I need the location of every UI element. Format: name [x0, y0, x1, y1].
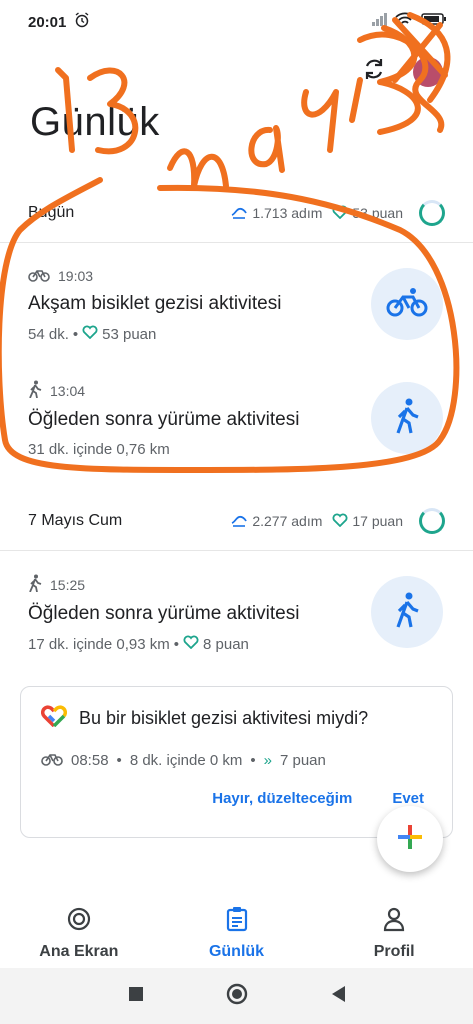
separator-dot: •	[250, 751, 256, 769]
home-ring-icon	[66, 906, 92, 937]
activity-time: 13:04	[50, 382, 86, 399]
divider	[0, 242, 473, 243]
suggestion-question-text: Bu bir bisiklet gezisi aktivitesi miydi?	[79, 708, 369, 728]
page-title: Günlük	[30, 100, 160, 144]
day-label: 7 Mayıs Cum	[28, 512, 123, 529]
bike-icon	[28, 266, 50, 285]
clipboard-icon	[225, 906, 249, 937]
suggestion-actions: Hayır, düzelteceğim Evet	[212, 790, 424, 807]
suggestion-time: 08:58	[71, 751, 109, 769]
add-activity-button[interactable]	[377, 806, 443, 872]
home-circle-icon[interactable]	[226, 983, 248, 1010]
activity-duration: 54 dk.	[28, 325, 69, 343]
activity-points: 8 puan	[203, 635, 249, 653]
activity-points: 53 puan	[102, 325, 157, 343]
wifi-icon	[395, 12, 415, 30]
steps-value: 2.277 adım	[252, 513, 323, 529]
top-actions	[361, 56, 443, 87]
bike-icon	[41, 750, 63, 770]
points-stat: 53 puan	[332, 205, 403, 222]
nav-item-journal[interactable]: Günlük	[158, 898, 316, 968]
person-icon	[382, 906, 406, 937]
activity-type-badge	[371, 268, 443, 340]
activity-distance: 17 dk. içinde 0,93 km	[28, 635, 170, 653]
activity-item[interactable]: 15:25 Öğleden sonra yürüme aktivitesi 17…	[0, 564, 473, 674]
steps-value: 1.713 adım	[252, 205, 323, 221]
alarm-icon	[74, 12, 90, 32]
points-value: 53 puan	[352, 205, 403, 221]
walk-icon	[28, 574, 42, 595]
activity-type-badge	[371, 382, 443, 454]
daily-progress-ring	[419, 200, 445, 226]
day-label: Bugün	[28, 204, 75, 221]
double-chevron-icon: »	[263, 751, 272, 769]
walk-icon	[394, 398, 420, 439]
separator-dot: •	[72, 325, 79, 343]
activity-item[interactable]: 19:03 Akşam bisiklet gezisi aktivitesi 5…	[0, 256, 473, 366]
separator-dot: •	[173, 635, 180, 653]
activity-time: 15:25	[50, 576, 86, 593]
avatar[interactable]	[413, 56, 443, 87]
points-stat: 17 puan	[332, 513, 403, 530]
system-navigation-bar	[0, 968, 473, 1024]
nav-item-home[interactable]: Ana Ekran	[0, 898, 158, 968]
suggestion-points: 7 puan	[279, 751, 326, 769]
suggestion-question: Bu bir bisiklet gezisi aktivitesi miydi?	[40, 705, 432, 732]
steps-stat: 2.277 adım	[230, 513, 322, 530]
day-stats: 2.277 adım 17 puan	[230, 508, 445, 534]
confirm-button[interactable]: Evet	[392, 790, 424, 807]
google-fit-logo-icon	[40, 705, 68, 732]
heart-icon	[332, 513, 348, 530]
divider	[0, 550, 473, 551]
bike-icon	[386, 286, 428, 323]
heart-icon	[183, 635, 199, 653]
sync-icon[interactable]	[361, 56, 387, 87]
status-time: 20:01	[28, 13, 67, 31]
heart-icon	[82, 325, 98, 343]
day-header: 7 Mayıs Cum 2.277 adım 17 puan	[0, 496, 473, 546]
plus-icon	[396, 823, 424, 856]
day-stats: 1.713 adım 53 puan	[230, 200, 445, 226]
suggestion-summary: 8 dk. içinde 0 km	[129, 751, 243, 769]
activity-type-badge	[371, 576, 443, 648]
recents-square-icon[interactable]	[128, 986, 144, 1007]
walk-icon	[28, 380, 42, 401]
day-header-today: Bugün 1.713 adım 53 puan	[0, 188, 473, 238]
daily-progress-ring	[419, 508, 445, 534]
steps-icon	[230, 513, 248, 530]
status-bar: 20:01	[0, 0, 473, 44]
steps-icon	[230, 205, 248, 222]
points-value: 17 puan	[352, 513, 403, 529]
activity-item[interactable]: 13:04 Öğleden sonra yürüme aktivitesi 31…	[0, 370, 473, 480]
separator-dot: •	[116, 751, 122, 769]
nav-label: Günlük	[208, 942, 265, 960]
signal-icon	[371, 12, 389, 30]
activity-time: 19:03	[58, 267, 94, 284]
bottom-navigation: Ana Ekran Günlük Profil	[0, 898, 473, 968]
nav-label: Ana Ekran	[39, 942, 119, 960]
walk-icon	[394, 592, 420, 633]
nav-item-profile[interactable]: Profil	[315, 898, 473, 968]
nav-label: Profil	[373, 942, 415, 960]
battery-icon	[421, 12, 447, 30]
heart-icon	[332, 205, 348, 222]
suggestion-meta: 08:58 • 8 dk. içinde 0 km • » 7 puan	[41, 750, 432, 770]
back-triangle-icon[interactable]	[330, 985, 346, 1008]
decline-edit-button[interactable]: Hayır, düzelteceğim	[212, 790, 352, 807]
activity-distance: 31 dk. içinde 0,76 km	[28, 441, 170, 458]
steps-stat: 1.713 adım	[230, 205, 322, 222]
